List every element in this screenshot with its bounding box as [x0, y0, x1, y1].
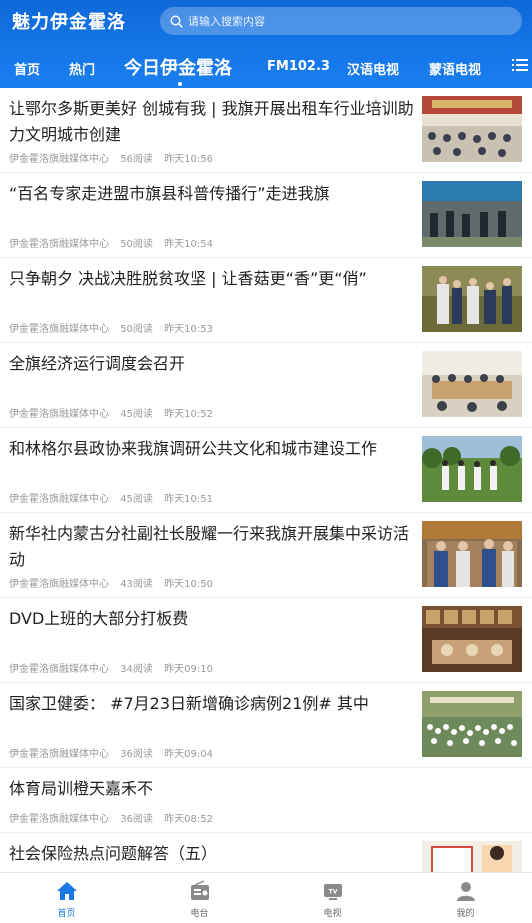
article-item[interactable]: 只争朝夕 决战决胜脱贫攻坚 | 让香菇更“香”更“俏” 伊金霍洛旗融媒体中心 5…	[0, 258, 532, 343]
nav-tab-hot[interactable]: 热门	[69, 59, 95, 78]
article-meta: 伊金霍洛旗融媒体中心 56阅读 昨天10:56	[9, 150, 221, 165]
article-source: 伊金霍洛旗融媒体中心	[9, 324, 109, 335]
article-thumbnail	[422, 691, 522, 757]
article-time: 昨天10:51	[164, 494, 213, 505]
article-source: 伊金霍洛旗融媒体中心	[9, 749, 109, 760]
article-title: 社会保险热点问题解答（五）	[9, 844, 218, 863]
article-meta: 伊金霍洛旗融媒体中心 36阅读 昨天08:52	[9, 810, 221, 825]
app-header: 魅力伊金霍洛 请输入搜索内容 首页 热门 今日伊金霍洛 FM102.3 汉语电视…	[0, 0, 532, 88]
article-title: 全旗经济运行调度会召开	[9, 354, 186, 373]
tab-radio[interactable]: 电台	[133, 873, 266, 923]
article-title: 体育局训橙天嘉禾不	[9, 779, 154, 798]
article-item[interactable]: 新华社内蒙古分社副社长殷耀一行来我旗开展集中采访活动 伊金霍洛旗融媒体中心 43…	[0, 513, 532, 598]
article-source: 伊金霍洛旗融媒体中心	[9, 409, 109, 420]
article-meta: 伊金霍洛旗融媒体中心 50阅读 昨天10:54	[9, 235, 221, 250]
tab-profile[interactable]: 我的	[399, 873, 532, 923]
article-title: 只争朝夕 决战决胜脱贫攻坚 | 让香菇更“香”更“俏”	[9, 269, 367, 288]
tab-label: 首页	[57, 909, 76, 919]
tv-icon: TV	[324, 884, 342, 900]
article-title: 让鄂尔多斯更美好 创城有我 | 我旗开展出租车行业培训助力文明城市创建	[9, 99, 414, 144]
nav-tab-fm[interactable]: FM102.3	[267, 59, 330, 74]
user-icon	[457, 882, 475, 901]
article-time: 昨天10:56	[164, 154, 213, 165]
bottom-tab-bar: 首页 电台 TV 电视 我的	[0, 872, 532, 922]
tab-home[interactable]: 首页	[0, 873, 133, 923]
article-reads: 36阅读	[120, 749, 153, 760]
article-thumbnail	[422, 96, 522, 162]
article-item[interactable]: “百名专家走进盟市旗县科普传播行”走进我旗 伊金霍洛旗融媒体中心 50阅读 昨天…	[0, 173, 532, 258]
article-source: 伊金霍洛旗融媒体中心	[9, 814, 109, 825]
article-reads: 50阅读	[120, 239, 153, 250]
article-reads: 50阅读	[120, 324, 153, 335]
article-thumbnail	[422, 436, 522, 502]
app-logo: 魅力伊金霍洛	[12, 12, 126, 33]
article-item[interactable]: 社会保险热点问题解答（五）	[0, 833, 532, 872]
nav-tab-home[interactable]: 首页	[14, 59, 40, 78]
home-icon	[57, 882, 77, 900]
article-source: 伊金霍洛旗融媒体中心	[9, 239, 109, 250]
article-thumbnail	[422, 351, 522, 417]
article-title: 新华社内蒙古分社副社长殷耀一行来我旗开展集中采访活动	[9, 524, 410, 569]
article-reads: 56阅读	[120, 154, 153, 165]
article-title: DVD上班的大部分打板费	[9, 609, 189, 628]
article-thumbnail	[422, 266, 522, 332]
article-time: 昨天08:52	[164, 814, 213, 825]
article-list: 让鄂尔多斯更美好 创城有我 | 我旗开展出租车行业培训助力文明城市创建 伊金霍洛…	[0, 88, 532, 872]
radio-icon	[191, 880, 209, 900]
article-thumbnail	[422, 181, 522, 247]
article-source: 伊金霍洛旗融媒体中心	[9, 494, 109, 505]
article-item[interactable]: DVD上班的大部分打板费 伊金霍洛旗融媒体中心 34阅读 昨天09:10	[0, 598, 532, 683]
menu-icon[interactable]	[512, 58, 528, 72]
article-source: 伊金霍洛旗融媒体中心	[9, 664, 109, 675]
article-item[interactable]: 体育局训橙天嘉禾不 伊金霍洛旗融媒体中心 36阅读 昨天08:52	[0, 768, 532, 833]
article-reads: 43阅读	[120, 579, 153, 590]
article-meta: 伊金霍洛旗融媒体中心 36阅读 昨天09:04	[9, 745, 221, 760]
article-meta: 伊金霍洛旗融媒体中心 43阅读 昨天10:50	[9, 575, 221, 590]
article-item[interactable]: 和林格尔县政协来我旗调研公共文化和城市建设工作 伊金霍洛旗融媒体中心 45阅读 …	[0, 428, 532, 513]
article-title: 国家卫健委： #7月23日新增确诊病例21例# 其中	[9, 694, 369, 713]
article-thumbnail	[422, 841, 522, 872]
tab-label: 我的	[456, 909, 475, 919]
article-time: 昨天10:52	[164, 409, 213, 420]
article-reads: 36阅读	[120, 814, 153, 825]
article-time: 昨天10:50	[164, 579, 213, 590]
article-time: 昨天10:54	[164, 239, 213, 250]
tab-tv[interactable]: TV 电视	[266, 873, 399, 923]
article-source: 伊金霍洛旗融媒体中心	[9, 154, 109, 165]
article-time: 昨天09:10	[164, 664, 213, 675]
article-item[interactable]: 全旗经济运行调度会召开 伊金霍洛旗融媒体中心 45阅读 昨天10:52	[0, 343, 532, 428]
article-meta: 伊金霍洛旗融媒体中心 45阅读 昨天10:52	[9, 405, 221, 420]
channel-nav: 首页 热门 今日伊金霍洛 FM102.3 汉语电视 蒙语电视	[0, 50, 532, 86]
article-title: “百名专家走进盟市旗县科普传播行”走进我旗	[9, 184, 330, 203]
active-tab-indicator	[178, 82, 182, 86]
tab-label: 电视	[323, 909, 342, 919]
article-reads: 34阅读	[120, 664, 153, 675]
article-thumbnail	[422, 606, 522, 672]
article-source: 伊金霍洛旗融媒体中心	[9, 579, 109, 590]
tab-label: 电台	[190, 909, 209, 919]
nav-tab-chinese-tv[interactable]: 汉语电视	[347, 59, 399, 78]
article-reads: 45阅读	[120, 494, 153, 505]
article-thumbnail	[422, 521, 522, 587]
article-reads: 45阅读	[120, 409, 153, 420]
article-meta: 伊金霍洛旗融媒体中心 34阅读 昨天09:10	[9, 660, 221, 675]
article-meta: 伊金霍洛旗融媒体中心 45阅读 昨天10:51	[9, 490, 221, 505]
search-placeholder: 请输入搜索内容	[188, 15, 265, 28]
article-meta: 伊金霍洛旗融媒体中心 50阅读 昨天10:53	[9, 320, 221, 335]
article-item[interactable]: 国家卫健委： #7月23日新增确诊病例21例# 其中 伊金霍洛旗融媒体中心 36…	[0, 683, 532, 768]
article-time: 昨天09:04	[164, 749, 213, 760]
article-item[interactable]: 让鄂尔多斯更美好 创城有我 | 我旗开展出租车行业培训助力文明城市创建 伊金霍洛…	[0, 88, 532, 173]
article-time: 昨天10:53	[164, 324, 213, 335]
search-input[interactable]: 请输入搜索内容	[160, 7, 522, 35]
search-icon	[170, 14, 183, 28]
nav-tab-mongolian-tv[interactable]: 蒙语电视	[429, 59, 481, 78]
article-title: 和林格尔县政协来我旗调研公共文化和城市建设工作	[9, 439, 378, 458]
svg-text:TV: TV	[329, 889, 338, 896]
nav-tab-today[interactable]: 今日伊金霍洛	[124, 54, 232, 80]
